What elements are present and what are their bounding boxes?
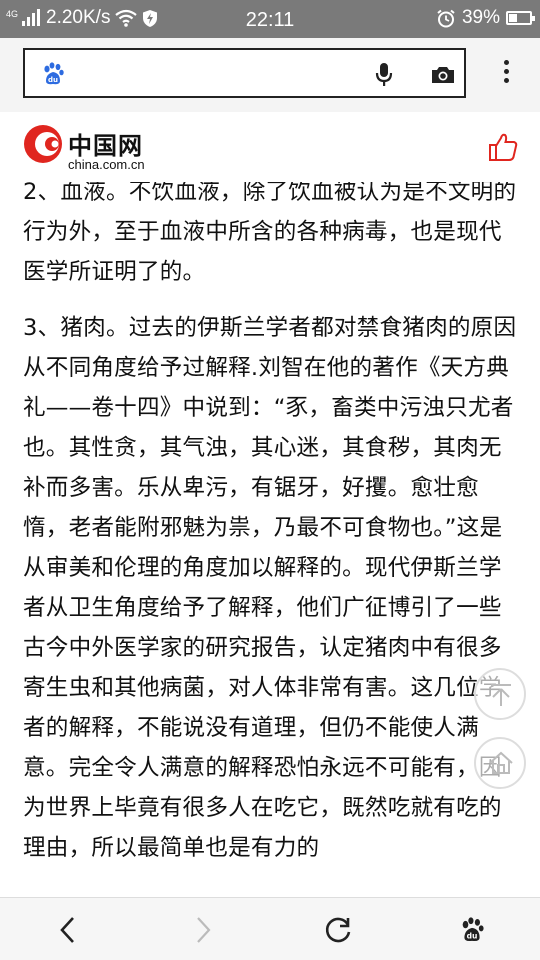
paragraph: 2、血液。不饮血液，除了饮血被认为是不文明的行为外，至于血液中所含的各种病毒，也… [23, 182, 517, 285]
back-arrow-icon [60, 917, 74, 943]
battery-percent: 39% [461, 7, 500, 28]
home-button[interactable] [474, 737, 526, 789]
refresh-icon [325, 917, 351, 943]
refresh-button[interactable] [318, 914, 358, 946]
more-menu-icon[interactable] [496, 56, 516, 96]
bottom-navigation: du [0, 897, 540, 960]
battery-icon [506, 11, 535, 25]
alarm-icon [437, 9, 455, 27]
microphone-icon[interactable] [375, 62, 393, 88]
china-com-cn-logo-icon[interactable] [22, 123, 64, 165]
search-input[interactable] [85, 58, 389, 90]
search-box[interactable]: du [23, 48, 466, 98]
camera-icon[interactable] [430, 65, 456, 85]
forward-arrow-icon [197, 917, 211, 943]
article-body: 2、血液。不饮血液，除了饮血被认为是不文明的行为外，至于血液中所含的各种病毒，也… [23, 182, 523, 884]
site-logo-domain: china.com.cn [68, 157, 145, 172]
browser-toolbar: du [0, 38, 540, 112]
svg-text:du: du [467, 932, 478, 941]
site-header: 中国网 china.com.cn [0, 112, 540, 182]
thumbs-up-icon[interactable] [488, 132, 518, 162]
status-right: 39% [436, 7, 535, 29]
back-button[interactable] [48, 914, 88, 946]
svg-text:du: du [48, 76, 58, 84]
back-to-top-icon [491, 684, 511, 706]
paragraph: 3、猪肉。过去的伊斯兰学者都对禁食猪肉的原因从不同角度给予过解释.刘智在他的著作… [23, 315, 517, 861]
site-logo-name: 中国网 [68, 133, 143, 160]
home-icon [489, 751, 513, 774]
baidu-paw-icon: du [462, 917, 484, 942]
forward-button[interactable] [183, 914, 223, 946]
status-bar: 4G 2.20K/s 22:11 39% [0, 0, 540, 38]
baidu-home-button[interactable]: du [452, 914, 492, 946]
baidu-paw-icon[interactable]: du [41, 62, 65, 86]
article-content: 2、血液。不饮血液，除了饮血被认为是不文明的行为外，至于血液中所含的各种病毒，也… [0, 182, 540, 897]
back-to-top-button[interactable] [474, 668, 526, 720]
